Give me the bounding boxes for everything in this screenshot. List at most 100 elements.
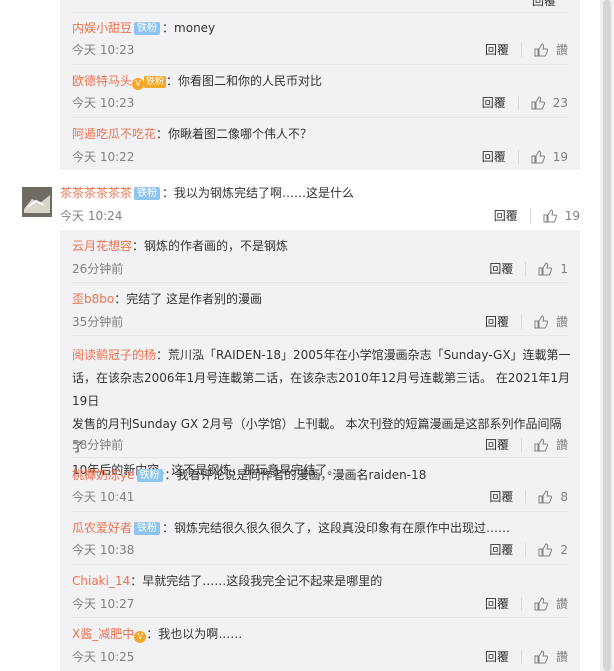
like-button[interactable]: 8	[538, 490, 568, 504]
username-link[interactable]: Chiaki_14	[72, 574, 130, 588]
reply-button[interactable]: 回覆	[485, 595, 509, 612]
like-button[interactable]: 19	[543, 209, 580, 223]
like-button[interactable]: 讚	[534, 648, 568, 665]
username-link[interactable]: 桃椰奶冻ye	[72, 468, 135, 482]
timestamp: 58分钟前	[72, 438, 124, 452]
reply-button[interactable]: 回覆	[485, 648, 509, 665]
comment-text: money	[174, 21, 216, 35]
comment-text-line: 话，在该杂志2006年1月号连載第二话，在该杂志2010年12月号连載第三话。 …	[72, 371, 570, 408]
reply-line: 云月花想容：钢炼的作者画的，不是钢炼	[72, 239, 289, 253]
separator	[520, 437, 522, 452]
comment-actions: 回覆 19	[482, 148, 568, 165]
comment-text: 钢炼完结很久很久很久了，这段真没印象有在原作中出现过……	[174, 521, 511, 535]
comment-actions: 回覆 讚	[485, 595, 568, 612]
comment-actions: 回覆 23	[482, 94, 568, 111]
comment-text: 荒川泓「RAIDEN-18」2005年在小学馆漫画杂志「Sunday-GX」连載…	[168, 348, 571, 362]
username-link[interactable]: 茶茶茶茶茶茶	[60, 186, 132, 200]
comment-actions: 回覆 讚	[485, 313, 568, 330]
fan-badge: 铁粉	[136, 469, 163, 482]
separator	[525, 542, 527, 557]
timestamp: 今天 10:23	[72, 43, 135, 57]
comment-actions: 回覆 2	[489, 541, 568, 558]
scrollbar-thumb[interactable]	[603, 0, 611, 671]
reply-button[interactable]: 回覆	[489, 260, 513, 277]
reply-button[interactable]: 回覆	[485, 436, 509, 453]
fan-badge: 铁粉	[144, 76, 167, 88]
like-count: 8	[560, 489, 568, 504]
like-button[interactable]: 1	[538, 262, 568, 276]
reply-button[interactable]: 回覆	[485, 313, 509, 330]
reply-button[interactable]: 回覆	[482, 94, 506, 111]
thumbs-up-icon	[543, 208, 557, 222]
reply-line: X酱_减肥中 V ：我也以为啊……	[72, 627, 243, 643]
thumbs-up-icon	[534, 42, 548, 56]
reply-button[interactable]: 回覆	[482, 148, 506, 165]
reply-button[interactable]: 回覆	[532, 0, 556, 9]
reply-line: 欧德特马头 V 铁粉 ：你看图二和你的人民币对比	[72, 74, 323, 90]
reply-button[interactable]: 回覆	[489, 541, 513, 558]
username-link[interactable]: 云月花想容	[72, 239, 132, 253]
separator	[520, 649, 522, 664]
fan-badge: 铁粉	[134, 22, 161, 35]
like-count: 19	[564, 208, 580, 223]
reply-thread: 云月花想容：钢炼的作者画的，不是钢炼 26分钟前 回覆 1 歪b8bo：完结了 …	[60, 230, 580, 671]
username-link[interactable]: 欧德特马头	[72, 74, 132, 88]
thumbs-up-icon	[534, 596, 548, 610]
avatar-image	[22, 187, 52, 217]
avatar[interactable]	[22, 187, 52, 217]
reply-line: 阅读鹡冠子的杨：荒川泓「RAIDEN-18」2005年在小学馆漫画杂志「Sund…	[72, 344, 572, 482]
divider	[72, 617, 568, 618]
divider	[72, 117, 568, 118]
divider	[72, 12, 568, 13]
timestamp: 今天 10:25	[72, 650, 135, 664]
thumbs-up-icon	[531, 149, 545, 163]
username-link[interactable]: X酱_减肥中	[72, 627, 134, 641]
like-button[interactable]: 19	[531, 150, 568, 164]
reply-thread-top: 回覆 内娱小甜豆 铁粉 ：money 今天 10:23 回覆 讚 欧德特马头 V 铁粉：…	[60, 0, 580, 170]
thumbs-up-icon	[534, 437, 548, 451]
zan-label: 讚	[555, 43, 568, 57]
thumbs-up-icon	[534, 314, 548, 328]
reply-line: 阿遁吃瓜不吃花：你瞅着图二像哪个伟人不？	[72, 127, 313, 141]
comment-actions: 回覆 讚	[485, 41, 568, 58]
username-link[interactable]: 瓜农爱好者	[72, 521, 132, 535]
comment-actions: 回覆 1	[489, 260, 568, 277]
separator	[525, 261, 527, 276]
reply-line: 瓜农爱好者 铁粉 ：钢炼完结很久很久很久了，这段真没印象有在原作中出现过……	[72, 521, 511, 535]
like-button[interactable]: 讚	[534, 595, 568, 612]
timestamp: 26分钟前	[72, 262, 124, 276]
username-link[interactable]: 阅读鹡冠子的杨	[72, 348, 156, 362]
vip-icon: V	[132, 78, 145, 90]
zan-label: 讚	[555, 438, 568, 452]
comment-actions: 回覆 19	[494, 207, 580, 224]
comment-actions: 回覆 讚	[485, 648, 568, 665]
like-count: 19	[552, 149, 568, 164]
comment-actions: 回覆 讚	[485, 436, 568, 453]
fan-badge: 铁粉	[134, 187, 161, 200]
reply-line: 内娱小甜豆 铁粉 ：money	[72, 21, 216, 35]
reply-button[interactable]: 回覆	[485, 41, 509, 58]
username-link[interactable]: 阿遁吃瓜不吃花	[72, 127, 156, 141]
reply-line: Chiaki_14：早就完结了……这段我完全记不起来是哪里的	[72, 574, 383, 588]
like-button[interactable]: 讚	[534, 436, 568, 453]
comment-text: 你瞅着图二像哪个伟人不？	[168, 127, 313, 141]
comment-text: 早就完结了……这段我完全记不起来是哪里的	[142, 574, 383, 588]
thumbs-up-icon	[534, 649, 548, 663]
like-count: 23	[552, 95, 568, 110]
like-button[interactable]: 讚	[534, 313, 568, 330]
thumbs-up-icon	[538, 542, 553, 556]
divider	[72, 64, 568, 65]
reply-button[interactable]: 回覆	[489, 488, 513, 505]
thumbs-up-icon	[531, 95, 545, 109]
like-button[interactable]: 23	[531, 96, 568, 110]
divider	[72, 564, 568, 565]
thumbs-up-icon	[538, 261, 553, 275]
separator	[529, 208, 531, 223]
scrollbar[interactable]	[600, 0, 614, 671]
timestamp: 今天 10:27	[72, 597, 135, 611]
like-button[interactable]: 2	[538, 543, 568, 557]
username-link[interactable]: 歪b8bo	[72, 292, 114, 306]
reply-button[interactable]: 回覆	[494, 207, 518, 224]
like-button[interactable]: 讚	[534, 41, 568, 58]
username-link[interactable]: 内娱小甜豆	[72, 21, 132, 35]
